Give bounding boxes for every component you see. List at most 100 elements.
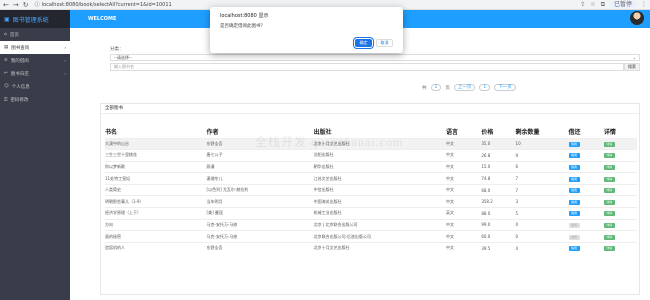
table-row: 画的秘密 马克-安托万·马修 北京联合出版公司·后浪出版公司 中文 60.0 0 借阅 详情 (105, 230, 637, 243)
search-button[interactable]: 搜索 (624, 63, 640, 71)
borrow-button[interactable]: 借阅 (568, 211, 580, 217)
table-cell: 造窑机的人 (105, 241, 207, 254)
table-cell: 马克-安托万·马修 (206, 218, 314, 231)
table-cell: 35.0 (481, 137, 516, 150)
list-icon: ≡ (4, 58, 8, 63)
detail-button[interactable]: 详情 (603, 222, 615, 228)
share-icon[interactable]: ⇪ (580, 1, 585, 8)
detail-button[interactable]: 详情 (603, 188, 615, 194)
detail-button[interactable]: 详情 (603, 164, 615, 170)
column-header: 价格 (481, 128, 494, 136)
current-page[interactable]: 1 (479, 84, 491, 91)
reload-icon[interactable]: ↻ (23, 0, 29, 10)
borrow-button[interactable]: 借阅 (568, 153, 580, 159)
sidebar-item-label: 个人信息 (11, 84, 30, 90)
table-row: 你以梦新歌 顾漫 朝华出版社 中文 15.0 6 借阅 详情 (105, 160, 637, 173)
table-cell: 北京联合出版公司·后浪出版公司 (313, 230, 447, 243)
table-cell: 你以梦新歌 (105, 160, 207, 173)
table-cell: 中文 (446, 195, 482, 208)
table-cell: 中文 (446, 230, 482, 243)
table-cell: 0 (515, 230, 569, 243)
home-icon: ⌂ (4, 32, 7, 37)
table-cell: [以色列] 尤瓦尔·赫拉利 (206, 183, 314, 196)
card-title: 全部图书 (101, 104, 639, 114)
page-title: WELCOME (88, 16, 117, 22)
table-cell: 大漠中的山谷 (105, 137, 207, 150)
extensions-icon[interactable]: ⧉ (601, 1, 605, 9)
table-row: 经济学原理（上下） [美] 曼昆 机械工业出版社 英文 88.0 5 借阅 详情 (105, 207, 637, 220)
table-row: 明朝那些事儿（1-9） 当年明月 中国海关出版社 中文 358.2 3 借阅 详情 (105, 195, 637, 208)
borrow-button[interactable]: 借阅 (568, 199, 580, 205)
table-cell: 26.8 (481, 149, 516, 162)
borrow-button[interactable]: 借阅 (568, 141, 580, 147)
sidebar-item[interactable]: ≡ 我的借阅 › (0, 54, 70, 67)
column-header: 剩余数量 (515, 128, 540, 136)
table-cell: 中文 (446, 160, 482, 173)
return-icon: ↩ (4, 71, 8, 76)
table-cell: 方向 (105, 218, 207, 231)
chevron-down-icon: ⌄ (632, 55, 636, 60)
table-cell: 7 (515, 183, 569, 196)
detail-button[interactable]: 详情 (603, 141, 615, 147)
info-icon: ⓘ (34, 2, 40, 8)
table-cell: 画的秘密 (105, 230, 207, 243)
table-cell: 北京十月文艺出版社 (313, 241, 447, 254)
table-row: 造窑机的人 东野圭吾 北京十月文艺出版社 中文 39.5 4 借阅 详情 (105, 241, 637, 254)
column-header: 书名 (105, 128, 118, 136)
table-cell: 7 (515, 172, 569, 185)
table-cell: 11处特工皇妃 (105, 172, 207, 185)
borrow-button: 借阅 (568, 222, 580, 228)
table-cell: 明朝那些事儿（1-9） (105, 195, 207, 208)
chevron-icon: › (64, 58, 66, 63)
table-cell: 中文 (446, 172, 482, 185)
chevron-icon: › (64, 45, 66, 50)
detail-button[interactable]: 详情 (603, 246, 615, 252)
sidebar-item[interactable]: ☺ 个人信息 (0, 80, 70, 93)
search-input[interactable]: 输入图书名 (110, 63, 624, 71)
sidebar-item[interactable]: ⌂ 首页 (0, 28, 70, 41)
watermark: 全栈开发 quanzhanai.com (255, 135, 404, 149)
dialog-message: 是否确定借阅此图书？ (220, 24, 265, 29)
table-cell: 中文 (446, 241, 482, 254)
table-cell: 0 (515, 218, 569, 231)
table-cell: 中文 (446, 149, 482, 162)
star-icon[interactable]: ☆ (590, 1, 595, 8)
detail-button[interactable]: 详情 (603, 199, 615, 205)
table-cell: [美] 曼昆 (206, 207, 314, 220)
confirm-button[interactable]: 确定 (353, 37, 374, 49)
table-cell: 三生三世十里桃花 (105, 149, 207, 162)
category-select[interactable]: --请选择-- ⌄ (110, 54, 640, 61)
detail-button[interactable]: 详情 (603, 176, 615, 182)
address-bar[interactable]: ⓘ localhost:8080/book/selectAll?current=1… (34, 1, 172, 9)
detail-button[interactable]: 详情 (603, 153, 615, 159)
borrow-button[interactable]: 借阅 (568, 164, 580, 170)
detail-button[interactable]: 详情 (603, 211, 615, 217)
book-icon: ▤ (4, 45, 9, 50)
avatar[interactable] (630, 11, 644, 25)
table-cell: 北京 | 北京联合出版公司 (313, 218, 447, 231)
forward-icon[interactable]: → (13, 0, 19, 10)
borrow-button[interactable]: 借阅 (568, 246, 580, 252)
sidebar-item-label: 图书查询 (11, 45, 30, 51)
prev-page-button[interactable]: 上一页 (453, 84, 476, 91)
user-icon: ☺ (4, 84, 9, 89)
table-cell: 6 (515, 160, 569, 173)
dialog-title: localhost:8080 显示 (220, 13, 269, 19)
table-cell: 经济学原理（上下） (105, 207, 207, 220)
back-icon[interactable]: ← (3, 0, 9, 10)
borrow-button[interactable]: 借阅 (568, 176, 580, 182)
sidebar-item[interactable]: ↩ 图书归还 › (0, 67, 70, 80)
next-page-button[interactable]: 下一页 (494, 84, 516, 91)
profile-button[interactable]: 已暂停 (609, 1, 636, 8)
table-cell: 中文 (446, 137, 482, 150)
logo-icon: ▣ (4, 15, 10, 23)
menu-icon[interactable]: ⋮ (641, 1, 647, 8)
borrow-button[interactable]: 借阅 (568, 188, 580, 194)
sidebar-item-label: 图书归还 (10, 71, 29, 77)
table-cell: 东野圭吾 (206, 241, 314, 254)
detail-button[interactable]: 详情 (603, 234, 615, 240)
sidebar-item[interactable]: ⚿ 密码修改 (0, 93, 70, 106)
sidebar-item[interactable]: ▤ 图书查询 › (0, 41, 70, 54)
cancel-button[interactable]: 取消 (376, 39, 393, 47)
table-cell: 人类简史 (105, 183, 207, 196)
